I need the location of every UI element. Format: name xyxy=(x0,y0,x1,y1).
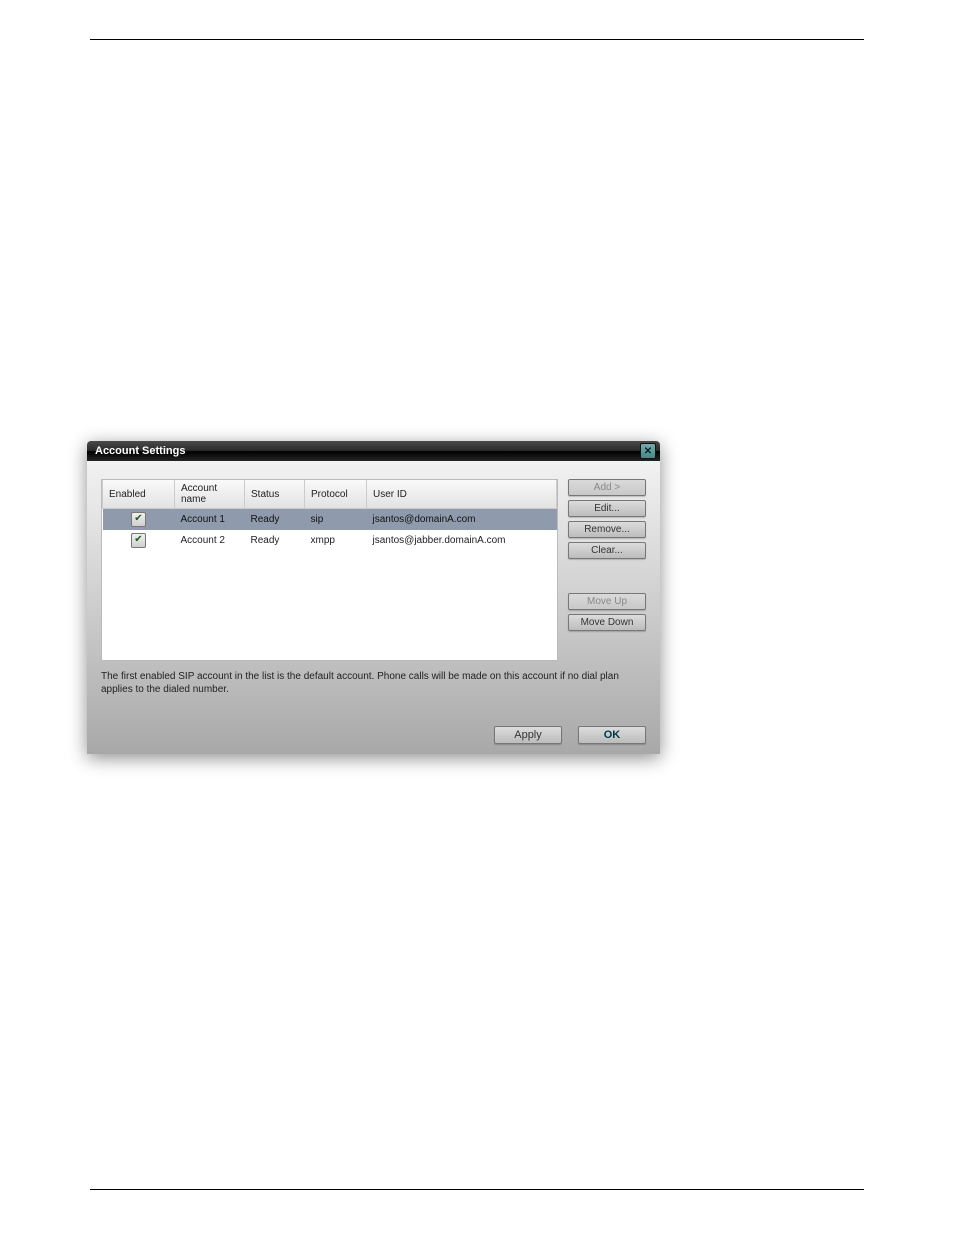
cell-status: Ready xyxy=(245,509,305,531)
button-spacer xyxy=(568,563,646,589)
col-status[interactable]: Status xyxy=(245,480,305,509)
page: Account Settings ✕ xyxy=(0,0,954,1235)
page-rule-top xyxy=(90,39,864,40)
page-rule-bottom xyxy=(90,1189,864,1190)
col-account-name[interactable]: Account name xyxy=(175,480,245,509)
accounts-table: Enabled Account name Status Protocol Use… xyxy=(102,480,557,551)
default-account-hint: The first enabled SIP account in the lis… xyxy=(101,670,646,696)
edit-button[interactable]: Edit... xyxy=(568,500,646,517)
col-protocol[interactable]: Protocol xyxy=(305,480,367,509)
accounts-table-container: Enabled Account name Status Protocol Use… xyxy=(101,479,558,661)
remove-button[interactable]: Remove... xyxy=(568,521,646,538)
table-header-row: Enabled Account name Status Protocol Use… xyxy=(103,480,557,509)
move-down-button[interactable]: Move Down xyxy=(568,614,646,631)
dialog-titlebar[interactable]: Account Settings ✕ xyxy=(87,441,660,461)
dialog-body: Enabled Account name Status Protocol Use… xyxy=(87,461,660,754)
cell-protocol: xmpp xyxy=(305,530,367,551)
clear-button[interactable]: Clear... xyxy=(568,542,646,559)
enabled-checkbox[interactable]: ✔ xyxy=(131,533,146,548)
cell-account-name: Account 2 xyxy=(175,530,245,551)
cell-protocol: sip xyxy=(305,509,367,531)
table-row[interactable]: ✔ Account 2Readyxmppjsantos@jabber.domain… xyxy=(103,530,557,551)
cell-enabled: ✔ xyxy=(103,509,175,531)
cell-status: Ready xyxy=(245,530,305,551)
table-row[interactable]: ✔ Account 1Readysipjsantos@domainA.com xyxy=(103,509,557,531)
accounts-tbody: ✔ Account 1Readysipjsantos@domainA.com ✔ Ac… xyxy=(103,509,557,552)
apply-button[interactable]: Apply xyxy=(494,726,562,744)
close-button[interactable]: ✕ xyxy=(640,443,656,459)
ok-button[interactable]: OK xyxy=(578,726,646,744)
move-up-button[interactable]: Move Up xyxy=(568,593,646,610)
side-button-column: Add > Edit... Remove... Clear... Move Up… xyxy=(568,479,646,631)
enabled-checkbox[interactable]: ✔ xyxy=(131,512,146,527)
col-enabled[interactable]: Enabled xyxy=(103,480,175,509)
col-user-id[interactable]: User ID xyxy=(367,480,557,509)
cell-account-name: Account 1 xyxy=(175,509,245,531)
account-settings-dialog: Account Settings ✕ xyxy=(87,441,660,754)
cell-enabled: ✔ xyxy=(103,530,175,551)
cell-user-id: jsantos@jabber.domainA.com xyxy=(367,530,557,551)
close-icon: ✕ xyxy=(644,446,652,457)
add-button[interactable]: Add > xyxy=(568,479,646,496)
dialog-title: Account Settings xyxy=(95,445,185,457)
cell-user-id: jsantos@domainA.com xyxy=(367,509,557,531)
